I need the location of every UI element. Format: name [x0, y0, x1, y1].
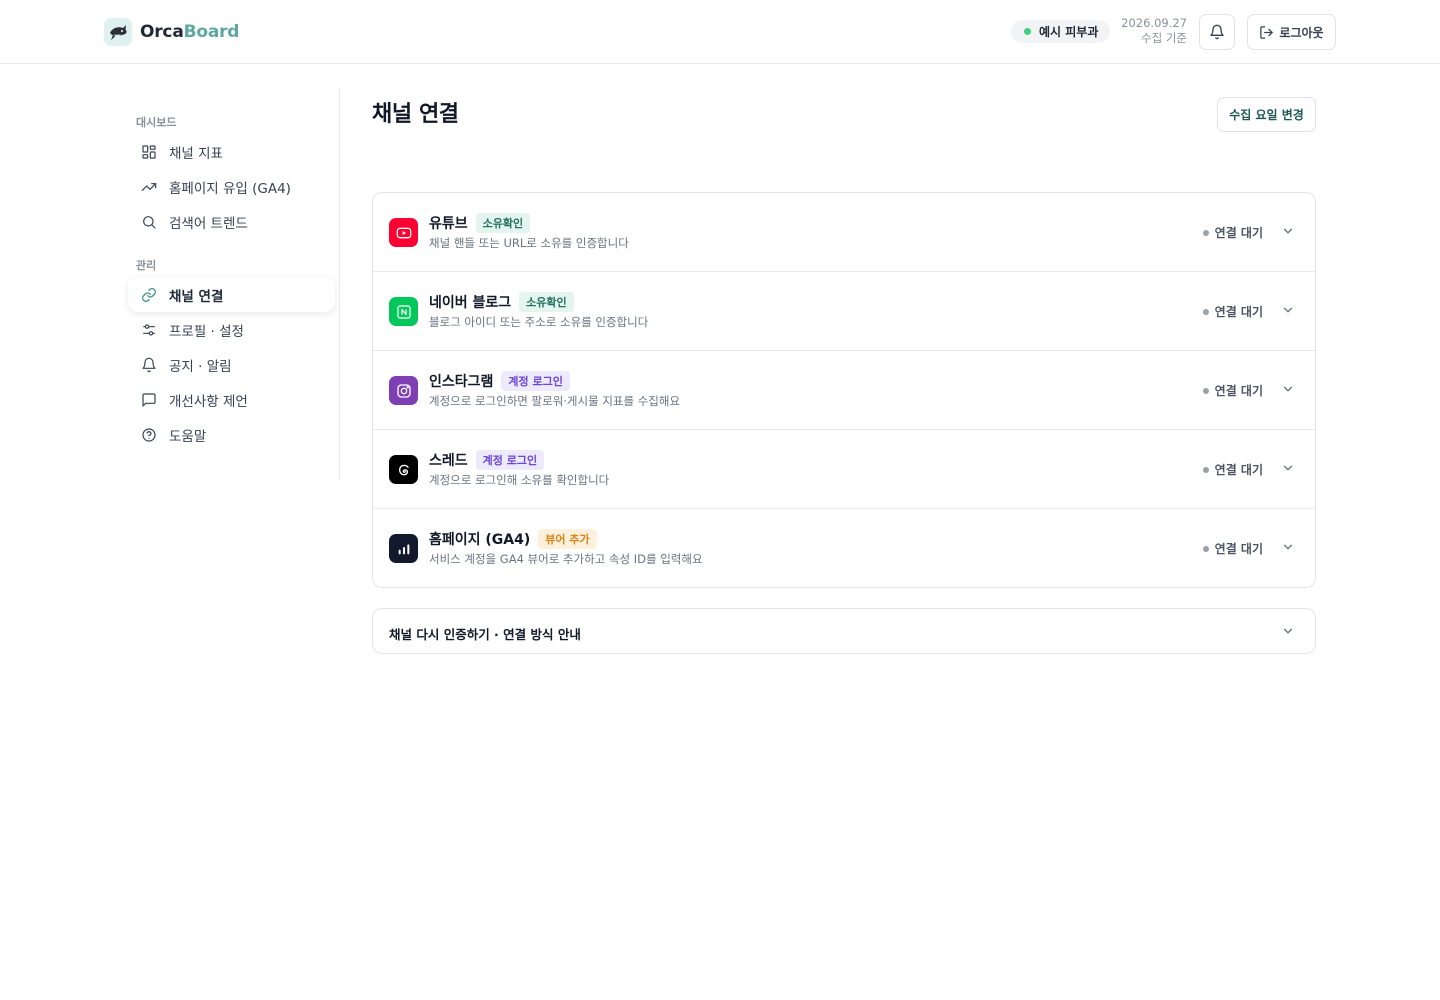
guide-label: 채널 다시 인증하기 · 연결 방식 안내 — [389, 627, 581, 642]
link-icon — [140, 286, 157, 303]
channel-description: 블로그 아이디 또는 주소로 소유를 인증합니다 — [429, 315, 649, 329]
youtube-icon — [389, 218, 418, 247]
app-name: OrcaBoard — [140, 22, 240, 42]
channel-badge: 소유확인 — [519, 292, 574, 312]
message-icon — [140, 391, 157, 408]
channel-name: 유튜브 — [429, 216, 468, 232]
channel-description: 계정으로 로그인해 소유를 확인합니다 — [429, 473, 610, 487]
sidebar-item-label: 홈페이지 유입 (GA4) — [169, 180, 291, 197]
status-dot — [1024, 28, 1031, 35]
status-label: 연결 대기 — [1214, 542, 1263, 556]
reauth-guide-accordion[interactable]: 채널 다시 인증하기 · 연결 방식 안내 — [372, 608, 1316, 654]
page-title: 채널 연결 — [372, 102, 459, 127]
channel-badge: 뷰어 추가 — [538, 529, 597, 549]
channel-row-instagram[interactable]: 인스타그램 계정 로그인 계정으로 로그인하면 팔로워·게시물 지표를 수집해요… — [373, 351, 1315, 430]
sidebar-item-label: 공지 · 알림 — [169, 358, 232, 375]
channel-name: 홈페이지 (GA4) — [429, 532, 531, 548]
channel-description: 채널 핸들 또는 URL로 소유를 인증합니다 — [429, 236, 629, 250]
status-label: 연결 대기 — [1214, 305, 1263, 319]
sidebar-item-label: 도움말 — [169, 428, 207, 445]
status-dot — [1202, 229, 1209, 236]
naver-blog-icon — [389, 297, 418, 326]
logout-icon — [1260, 25, 1274, 39]
chevron-down-icon[interactable] — [1281, 303, 1295, 317]
sidebar-item-label: 프로필 · 설정 — [169, 323, 244, 340]
channel-badge: 계정 로그인 — [501, 371, 570, 391]
trending-up-icon — [140, 178, 157, 195]
channel-badge: 소유확인 — [475, 213, 531, 233]
sidebar-item-channel-connect[interactable]: 채널 연결 — [128, 277, 335, 312]
grid-icon — [140, 143, 157, 160]
bell-icon — [140, 356, 157, 373]
org-badge[interactable]: 예시 피부과 — [1011, 20, 1111, 43]
help-circle-icon — [140, 426, 157, 443]
threads-icon — [389, 455, 418, 484]
search-icon — [140, 213, 157, 230]
sidebar-item-suggestions[interactable]: 개선사항 제언 — [128, 382, 335, 417]
collection-date: 2026.09.27 수집 기준 — [1112, 16, 1187, 46]
nav-section-manage: 관리 — [136, 259, 157, 272]
channel-status: 연결 대기 — [1202, 461, 1263, 478]
status-dot — [1202, 545, 1209, 552]
logout-label: 로그아웃 — [1279, 25, 1324, 40]
date-caption: 수집 기준 — [1141, 31, 1187, 45]
sidebar-item-profile-settings[interactable]: 프로필 · 설정 — [128, 312, 335, 347]
channel-name: 네이버 블로그 — [429, 295, 512, 311]
sidebar-item-channel-metrics[interactable]: 채널 지표 — [128, 134, 335, 169]
status-dot — [1202, 308, 1209, 315]
status-dot — [1202, 466, 1209, 473]
status-label: 연결 대기 — [1214, 463, 1263, 477]
status-dot — [1202, 387, 1209, 394]
sidebar-item-label: 검색어 트렌드 — [169, 215, 248, 232]
nav-section-dashboard: 대시보드 — [136, 116, 177, 129]
sidebar-item-homepage-traffic[interactable]: 홈페이지 유입 (GA4) — [128, 169, 335, 204]
channel-badge: 계정 로그인 — [475, 450, 545, 470]
channel-status: 연결 대기 — [1202, 303, 1263, 320]
sidebar: 대시보드 채널 지표 홈페이지 유입 (GA4) 검색어 트렌드 관리 채널 연… — [128, 88, 340, 480]
channel-row-threads[interactable]: 스레드 계정 로그인 계정으로 로그인해 소유를 확인합니다 연결 대기 — [373, 430, 1315, 509]
channel-name: 스레드 — [429, 453, 468, 469]
org-name: 예시 피부과 — [1039, 25, 1099, 39]
bell-icon — [1210, 24, 1224, 40]
chevron-down-icon[interactable] — [1281, 224, 1295, 238]
channel-description: 서비스 계정을 GA4 뷰어로 추가하고 속성 ID를 입력해요 — [429, 552, 703, 566]
sidebar-item-label: 개선사항 제언 — [169, 393, 248, 410]
channel-status: 연결 대기 — [1202, 540, 1263, 557]
date-value: 2026.09.27 — [1121, 16, 1187, 30]
analytics-icon — [389, 534, 418, 563]
sidebar-item-help[interactable]: 도움말 — [128, 417, 335, 452]
chevron-down-icon[interactable] — [1281, 382, 1295, 396]
sidebar-item-label: 채널 지표 — [169, 145, 223, 162]
chevron-down-icon[interactable] — [1281, 624, 1295, 638]
status-label: 연결 대기 — [1214, 226, 1263, 240]
channel-row-youtube[interactable]: 유튜브 소유확인 채널 핸들 또는 URL로 소유를 인증합니다 연결 대기 — [373, 193, 1315, 272]
channel-status: 연결 대기 — [1202, 224, 1263, 241]
sidebar-item-search-trends[interactable]: 검색어 트렌드 — [128, 204, 335, 239]
chevron-down-icon[interactable] — [1281, 461, 1295, 475]
channel-description: 계정으로 로그인하면 팔로워·게시물 지표를 수집해요 — [429, 394, 681, 408]
app-logo[interactable]: OrcaBoard — [104, 18, 239, 46]
notifications-button[interactable] — [1199, 14, 1235, 50]
sliders-icon — [140, 321, 157, 338]
status-label: 연결 대기 — [1214, 384, 1263, 398]
chevron-down-icon[interactable] — [1281, 540, 1295, 554]
orca-icon — [104, 18, 132, 46]
sidebar-item-notices[interactable]: 공지 · 알림 — [128, 347, 335, 382]
instagram-icon — [389, 376, 418, 405]
channel-status: 연결 대기 — [1202, 382, 1263, 399]
logout-button[interactable]: 로그아웃 — [1247, 14, 1336, 50]
channel-name: 인스타그램 — [429, 374, 494, 390]
top-header: OrcaBoard 예시 피부과 2026.09.27 수집 기준 로그아웃 — [0, 0, 1440, 64]
channel-row-naver-blog[interactable]: 네이버 블로그 소유확인 블로그 아이디 또는 주소로 소유를 인증합니다 연결… — [373, 272, 1315, 351]
change-collection-day-button[interactable]: 수집 요일 변경 — [1217, 97, 1316, 132]
channel-list: 유튜브 소유확인 채널 핸들 또는 URL로 소유를 인증합니다 연결 대기 네… — [372, 192, 1316, 588]
channel-row-homepage-ga4[interactable]: 홈페이지 (GA4) 뷰어 추가 서비스 계정을 GA4 뷰어로 추가하고 속성… — [373, 509, 1315, 587]
sidebar-item-label: 채널 연결 — [169, 288, 224, 305]
